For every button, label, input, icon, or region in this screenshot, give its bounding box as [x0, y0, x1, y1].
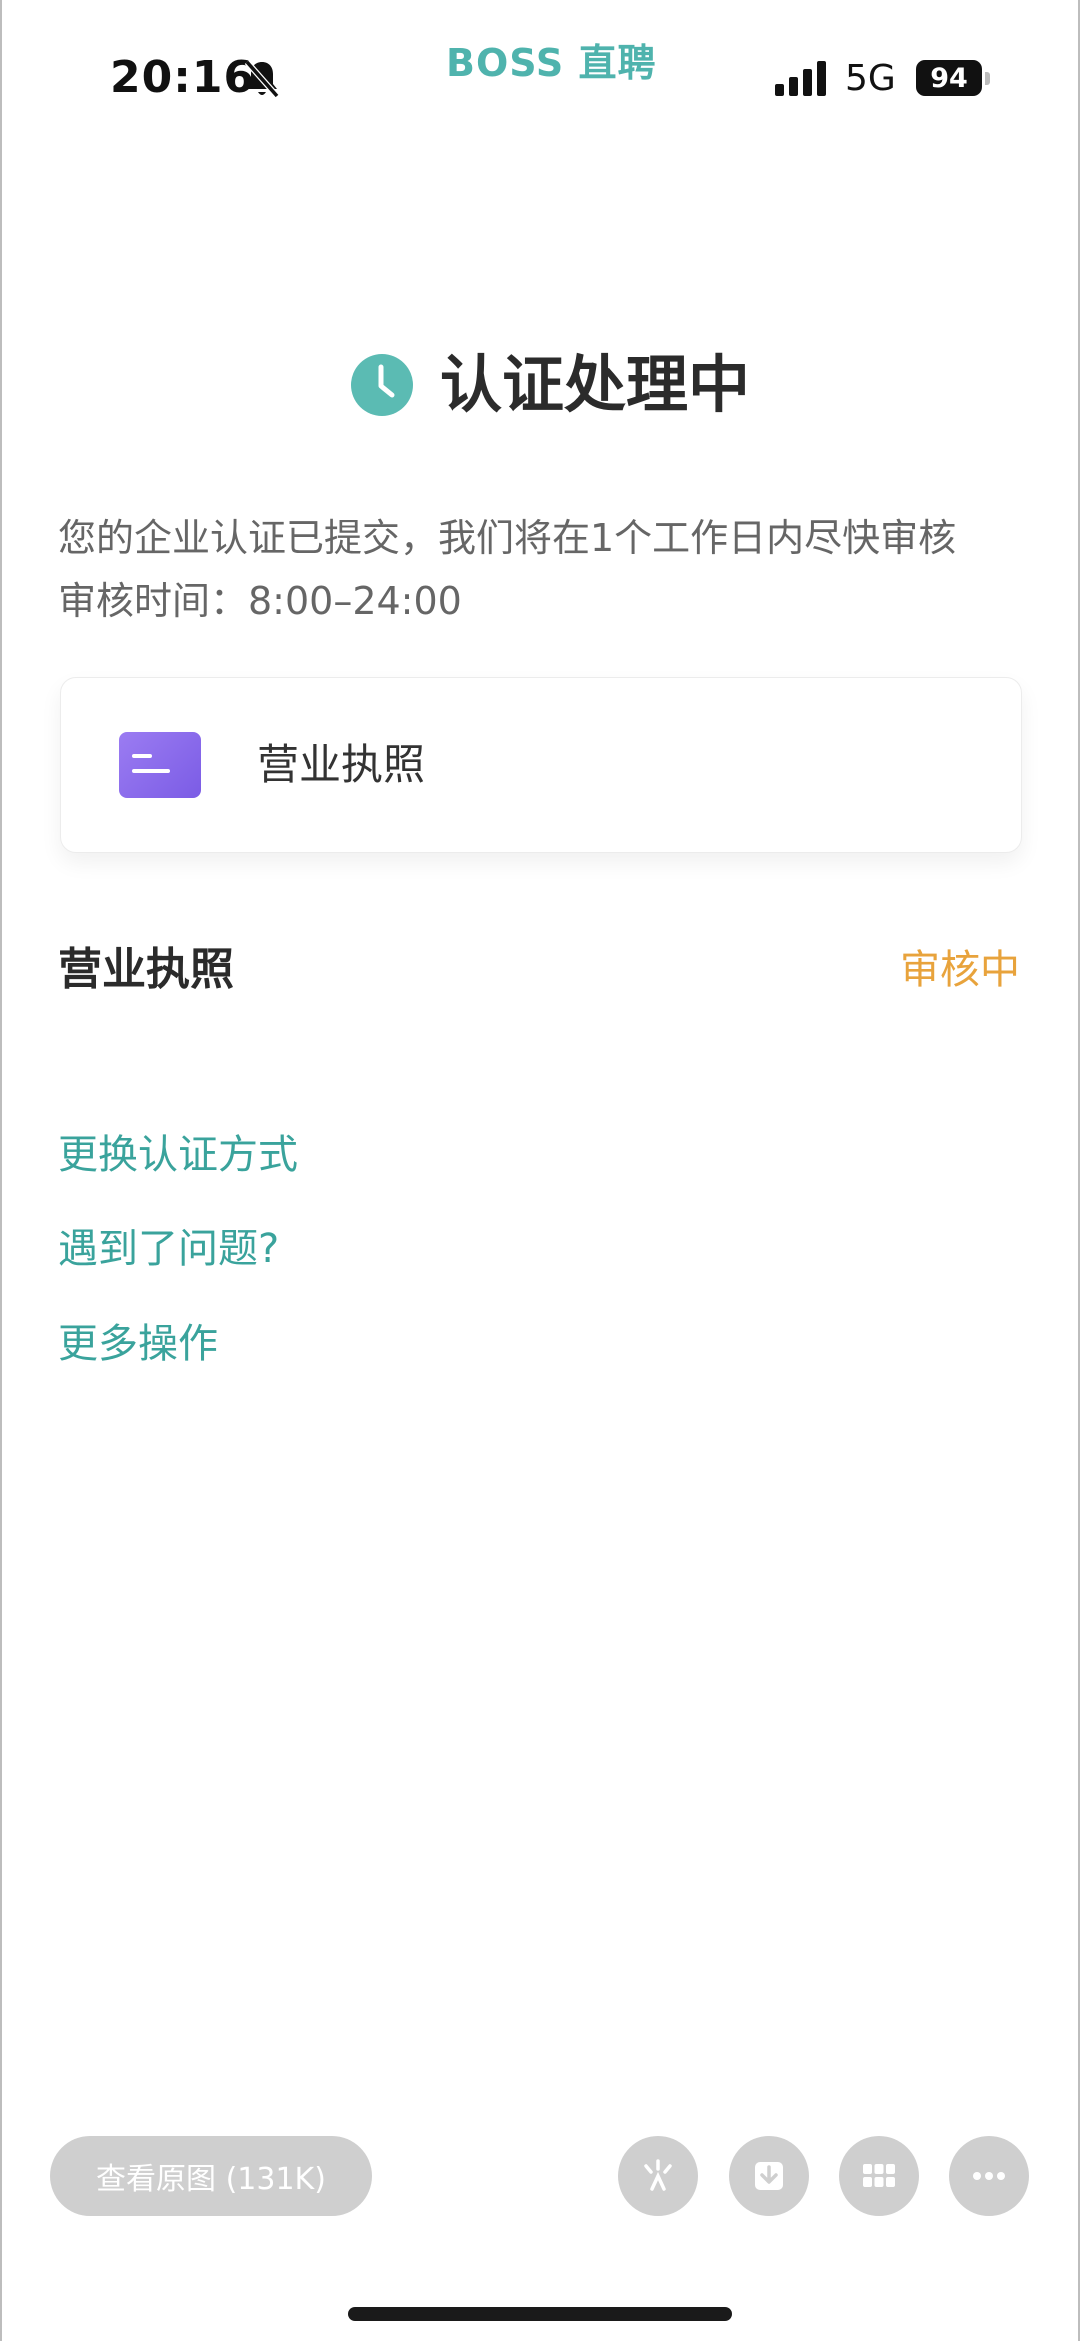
more-icon: [973, 2172, 1005, 2180]
clock-icon: [351, 354, 413, 416]
signal-icon: [775, 61, 826, 96]
page-title: 认证处理中: [440, 348, 751, 421]
grid-button[interactable]: [839, 2136, 919, 2216]
section-title: 营业执照: [58, 944, 234, 995]
description-line-2: 审核时间：8:00–24:00: [58, 579, 462, 623]
status-time: 20:16: [110, 52, 256, 103]
battery-indicator: 94: [916, 60, 982, 96]
view-original-button[interactable]: 查看原图 (131K): [50, 2136, 372, 2216]
change-verification-link[interactable]: 更换认证方式: [58, 1127, 298, 1183]
card-label: 营业执照: [257, 740, 426, 789]
network-label: 5G: [845, 58, 896, 99]
bell-muted-icon: [244, 60, 280, 98]
document-icon: [119, 732, 201, 798]
sparkle-icon: [644, 2159, 672, 2191]
review-status: 审核中: [900, 947, 1020, 993]
app-logo: BOSS 直聘: [446, 41, 657, 85]
description-line-1: 您的企业认证已提交，我们将在1个工作日内尽快审核: [58, 516, 957, 560]
sparkle-button[interactable]: [618, 2136, 698, 2216]
help-problem-link[interactable]: 遇到了问题?: [58, 1221, 279, 1277]
battery-tip: [985, 72, 990, 85]
business-license-card[interactable]: 营业执照: [60, 677, 1022, 853]
frame-edge-left: [0, 0, 2, 2341]
grid-icon: [863, 2164, 895, 2187]
home-indicator[interactable]: [348, 2307, 732, 2321]
more-actions-link[interactable]: 更多操作: [58, 1316, 218, 1372]
download-icon: [755, 2162, 783, 2190]
download-button[interactable]: [729, 2136, 809, 2216]
more-button[interactable]: [949, 2136, 1029, 2216]
